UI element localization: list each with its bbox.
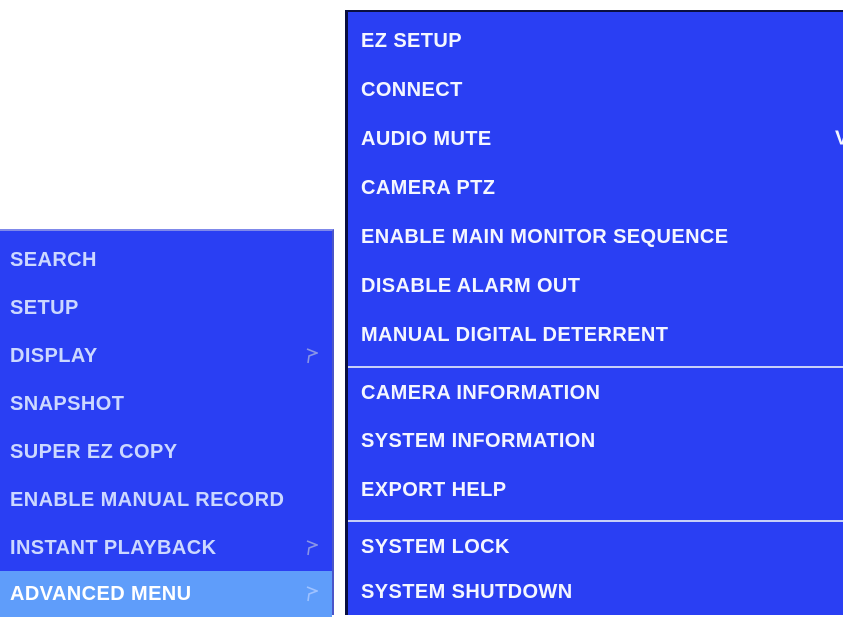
menu-item-label: SYSTEM INFORMATION: [361, 429, 596, 452]
menu-item-label: CAMERA PTZ: [361, 176, 496, 199]
menu-item-label: DISPLAY: [10, 344, 98, 367]
menu-item-label: SYSTEM LOCK: [361, 535, 510, 558]
menu-item-label: AUDIO MUTE: [361, 127, 492, 150]
menu-item-audio-mute[interactable]: AUDIO MUTE V: [348, 115, 843, 163]
menu-item-instant-playback[interactable]: INSTANT PLAYBACK: [0, 524, 332, 572]
main-menu: SEARCH SETUP DISPLAY SNAPSHOT SUPER EZ C…: [0, 229, 334, 617]
submenu-arrow-icon: [306, 348, 318, 364]
menu-item-label: CONNECT: [361, 78, 463, 101]
menu-item-label: ENABLE MANUAL RECORD: [10, 488, 285, 511]
menu-item-connect[interactable]: CONNECT: [348, 66, 843, 114]
menu-item-label: ENABLE MAIN MONITOR SEQUENCE: [361, 225, 729, 248]
menu-item-system-lock[interactable]: SYSTEM LOCK: [348, 523, 843, 571]
audio-mute-value: V: [835, 127, 843, 150]
advanced-submenu: EZ SETUP CONNECT AUDIO MUTE V CAMERA PTZ…: [345, 10, 843, 615]
menu-item-label: CAMERA INFORMATION: [361, 381, 601, 404]
menu-item-system-shutdown[interactable]: SYSTEM SHUTDOWN: [348, 570, 843, 615]
submenu-arrow-icon: [306, 540, 318, 556]
menu-item-label: SETUP: [10, 296, 79, 319]
menu-item-enable-manual-record[interactable]: ENABLE MANUAL RECORD: [0, 476, 332, 524]
submenu-arrow-icon: [306, 586, 318, 602]
menu-item-setup[interactable]: SETUP: [0, 284, 332, 332]
menu-divider: [348, 520, 843, 522]
menu-item-label: ADVANCED MENU: [10, 582, 192, 605]
menu-item-label: SUPER EZ COPY: [10, 440, 178, 463]
menu-item-system-information[interactable]: SYSTEM INFORMATION: [348, 417, 843, 465]
menu-item-camera-ptz[interactable]: CAMERA PTZ: [348, 164, 843, 212]
menu-item-label: SNAPSHOT: [10, 392, 125, 415]
menu-item-label: EZ SETUP: [361, 29, 462, 52]
menu-item-camera-information[interactable]: CAMERA INFORMATION: [348, 369, 843, 417]
menu-item-label: SEARCH: [10, 248, 97, 271]
menu-item-snapshot[interactable]: SNAPSHOT: [0, 380, 332, 428]
menu-item-display[interactable]: DISPLAY: [0, 332, 332, 380]
menu-item-ez-setup[interactable]: EZ SETUP: [348, 17, 843, 65]
menu-item-label: DISABLE ALARM OUT: [361, 274, 581, 297]
menu-item-search[interactable]: SEARCH: [0, 236, 332, 284]
menu-item-label: INSTANT PLAYBACK: [10, 536, 217, 559]
menu-item-super-ez-copy[interactable]: SUPER EZ COPY: [0, 428, 332, 476]
menu-divider: [348, 366, 843, 368]
menu-item-disable-alarm-out[interactable]: DISABLE ALARM OUT: [348, 262, 843, 310]
menu-item-enable-main-monitor-sequence[interactable]: ENABLE MAIN MONITOR SEQUENCE: [348, 213, 843, 261]
menu-item-label: SYSTEM SHUTDOWN: [361, 581, 573, 603]
menu-item-advanced-menu[interactable]: ADVANCED MENU: [0, 571, 332, 617]
menu-item-label: MANUAL DIGITAL DETERRENT: [361, 323, 669, 346]
menu-item-manual-digital-deterrent[interactable]: MANUAL DIGITAL DETERRENT: [348, 311, 843, 359]
menu-item-export-help[interactable]: EXPORT HELP: [348, 466, 843, 514]
menu-item-label: EXPORT HELP: [361, 478, 507, 501]
